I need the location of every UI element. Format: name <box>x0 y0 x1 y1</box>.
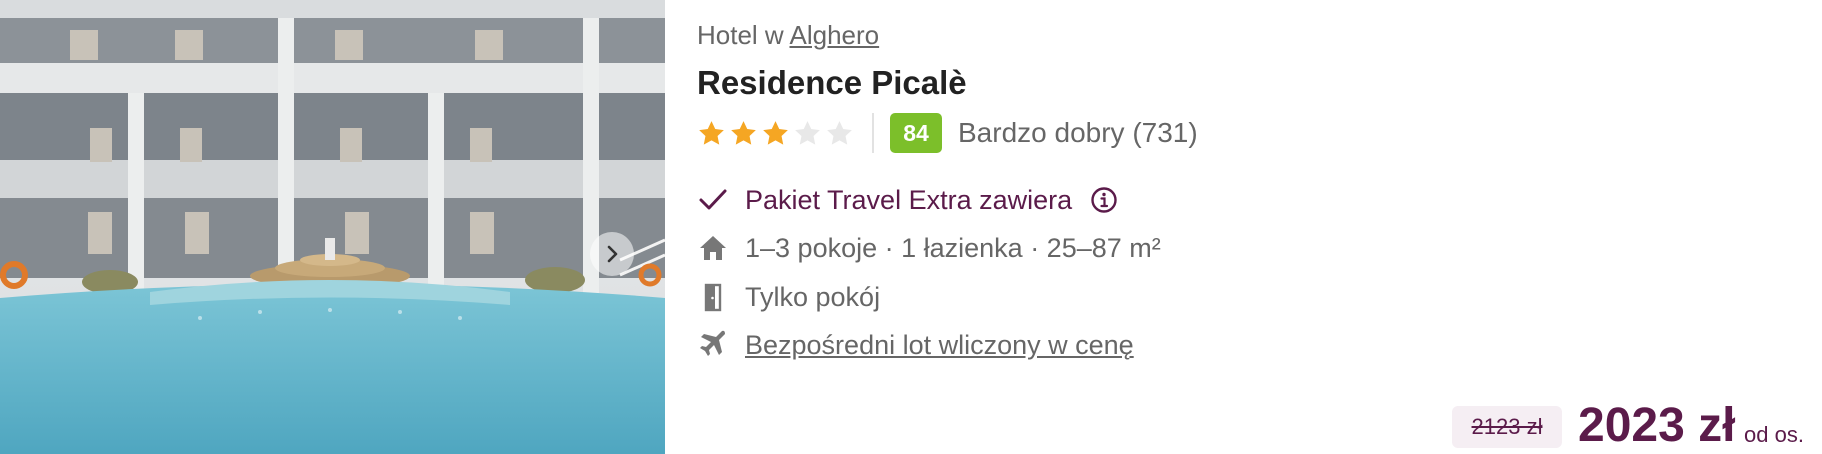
location-prefix: Hotel w <box>697 20 784 50</box>
rating-row: 84 Bardzo dobry (731) <box>697 112 1198 154</box>
flight-link[interactable]: Bezpośredni lot wliczony w cenę <box>745 330 1134 361</box>
feature-rooms: 1–3 pokoje · 1 łazienka · 25–87 m² <box>697 230 1161 266</box>
package-info-button[interactable] <box>1090 186 1118 214</box>
board-text: Tylko pokój <box>745 281 881 312</box>
plane-icon <box>700 330 725 356</box>
star-icon <box>763 120 788 145</box>
old-price: 2123 zł <box>1452 406 1562 448</box>
home-icon <box>700 236 726 260</box>
star-icon <box>699 120 724 145</box>
feature-board: Tylko pokój <box>697 279 880 315</box>
divider <box>872 113 874 153</box>
score-badge: 84 <box>890 113 942 153</box>
star-icon <box>731 120 756 145</box>
package-text: Pakiet Travel Extra zawiera <box>745 184 1073 215</box>
location-link[interactable]: Alghero <box>790 20 880 50</box>
next-photo-button[interactable] <box>590 232 634 276</box>
rating-text[interactable]: Bardzo dobry (731) <box>958 117 1198 149</box>
door-icon <box>704 283 722 312</box>
hotel-photo[interactable] <box>0 0 665 454</box>
star-rating <box>697 119 854 148</box>
hotel-location: Hotel w Alghero <box>697 20 879 51</box>
feature-package: Pakiet Travel Extra zawiera <box>697 182 1118 218</box>
hotel-card[interactable]: Hotel w Alghero Residence Picalè 84 Bard… <box>0 0 1822 454</box>
rooms-text: 1–3 pokoje · 1 łazienka · 25–87 m² <box>745 232 1161 263</box>
star-empty-icon <box>795 120 820 145</box>
current-price[interactable]: 2023 zł <box>1578 398 1735 454</box>
star-empty-icon <box>827 120 852 145</box>
hotel-name[interactable]: Residence Picalè <box>697 64 967 102</box>
feature-flight[interactable]: Bezpośredni lot wliczony w cenę <box>697 327 1134 363</box>
check-icon <box>699 189 727 210</box>
info-icon <box>1091 187 1117 213</box>
chevron-right-icon <box>607 245 618 263</box>
price-per-person: od os. <box>1744 422 1804 447</box>
